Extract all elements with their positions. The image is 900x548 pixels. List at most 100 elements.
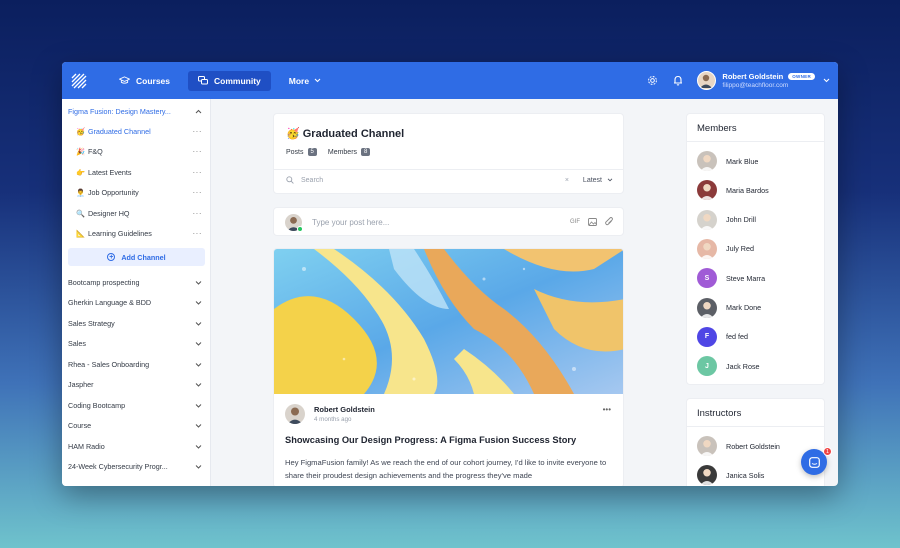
member-avatar[interactable]: F bbox=[697, 326, 717, 347]
person-avatar-icon bbox=[700, 242, 714, 259]
member-avatar[interactable] bbox=[697, 436, 717, 456]
search-input[interactable]: Search bbox=[301, 177, 323, 184]
sort-dropdown[interactable]: Latest bbox=[583, 177, 613, 184]
sidebar-group[interactable]: Bootcamp prospecting bbox=[62, 272, 210, 293]
divider bbox=[687, 141, 824, 142]
bell-icon bbox=[674, 75, 683, 86]
sidebar-course-header[interactable]: Figma Fusion: Design Mastery... bbox=[62, 101, 210, 121]
add-channel-button[interactable]: + Add Channel bbox=[68, 248, 205, 266]
chevron-down-icon[interactable] bbox=[823, 78, 830, 83]
gear-icon bbox=[647, 76, 657, 85]
group-label: Gherkin Language & BDD bbox=[68, 298, 152, 308]
post-author-avatar[interactable] bbox=[285, 404, 305, 424]
sidebar-channel[interactable]: 🥳 Graduated Channel ··· bbox=[62, 121, 210, 142]
more-options-icon[interactable]: ··· bbox=[193, 147, 203, 156]
logo-icon[interactable] bbox=[71, 73, 87, 89]
channel-emoji: 🥳 bbox=[76, 126, 85, 136]
divider bbox=[274, 169, 623, 170]
user-avatar[interactable] bbox=[697, 71, 717, 90]
user-info[interactable]: Robert Goldstein OWNER filippo@teachfloo… bbox=[722, 72, 815, 89]
member-avatar[interactable] bbox=[697, 238, 717, 259]
member-item[interactable]: July Red bbox=[697, 238, 754, 259]
member-name: Mark Done bbox=[726, 303, 762, 312]
chat-bubbles-icon bbox=[198, 76, 209, 85]
channel-header: 🥳 Graduated Channel Posts 5 Members 8 Se… bbox=[273, 113, 624, 194]
member-item[interactable]: Mark Done bbox=[697, 297, 762, 318]
search-icon bbox=[286, 176, 294, 184]
sidebar-channel[interactable]: 👨‍💼 Job Opportunity ··· bbox=[62, 183, 210, 204]
sidebar-group[interactable]: Sales bbox=[62, 334, 210, 355]
instructors-panel: Instructors Robert Goldstein Janica Solis bbox=[686, 398, 825, 486]
member-avatar[interactable] bbox=[697, 151, 717, 171]
user-name: Robert Goldstein bbox=[722, 72, 784, 81]
group-label: Course bbox=[68, 421, 92, 431]
nav-courses[interactable]: Courses bbox=[109, 71, 180, 91]
top-right-controls: Robert Goldstein OWNER filippo@teachfloo… bbox=[645, 62, 830, 99]
member-item[interactable]: John Drill bbox=[697, 209, 756, 230]
nav-more[interactable]: More bbox=[279, 71, 331, 91]
settings-button[interactable] bbox=[645, 74, 659, 88]
sidebar-group[interactable]: Gherkin Language & BDD bbox=[62, 293, 210, 314]
clear-icon[interactable]: × bbox=[565, 177, 569, 184]
attachment-icon[interactable] bbox=[605, 217, 613, 226]
composer-input[interactable]: Type your post here... bbox=[312, 218, 389, 227]
sidebar-channel[interactable]: 👉 Latest Events ··· bbox=[62, 162, 210, 183]
more-options-icon[interactable]: ··· bbox=[193, 127, 203, 136]
more-options-icon[interactable]: ··· bbox=[193, 188, 203, 197]
more-options-icon[interactable]: ··· bbox=[193, 209, 203, 218]
member-item[interactable]: Mark Blue bbox=[697, 151, 758, 171]
post-author[interactable]: Robert Goldstein bbox=[314, 405, 375, 414]
graduation-cap-icon bbox=[119, 76, 130, 84]
image-icon[interactable] bbox=[588, 217, 597, 226]
member-item[interactable]: Janica Solis bbox=[697, 465, 764, 485]
channel-title: 👉 Latest Events bbox=[76, 168, 132, 177]
member-avatar[interactable] bbox=[697, 297, 717, 318]
add-channel-label: Add Channel bbox=[121, 252, 166, 262]
more-options-icon[interactable]: ··· bbox=[193, 168, 203, 177]
members-tab[interactable]: Members bbox=[328, 149, 357, 156]
notifications-button[interactable] bbox=[671, 74, 685, 88]
channel-label: Latest Events bbox=[87, 167, 132, 177]
member-item[interactable]: Robert Goldstein bbox=[697, 436, 780, 456]
chevron-down-icon bbox=[195, 362, 202, 367]
posts-tab[interactable]: Posts bbox=[286, 149, 304, 156]
member-item[interactable]: Ffed fed bbox=[697, 326, 748, 347]
sidebar-channel[interactable]: 📐 Learning Guidelines ··· bbox=[62, 224, 210, 245]
gif-icon[interactable]: GIF bbox=[570, 219, 580, 225]
post-menu-icon[interactable]: ••• bbox=[603, 405, 611, 414]
member-name: Maria Bardos bbox=[726, 185, 769, 195]
chevron-down-icon bbox=[195, 403, 202, 408]
sidebar-group[interactable]: Coding Bootcamp bbox=[62, 395, 210, 416]
member-item[interactable]: Maria Bardos bbox=[697, 180, 769, 201]
member-item[interactable]: S Steve Marra bbox=[697, 268, 765, 289]
sidebar-channel[interactable]: 🎉 F&Q ··· bbox=[62, 142, 210, 163]
channel-title: 🥳 Graduated Channel bbox=[286, 128, 405, 140]
nav-community[interactable]: Community bbox=[188, 70, 271, 91]
sidebar-group[interactable]: Course bbox=[62, 416, 210, 437]
sidebar-group[interactable]: HAM Radio bbox=[62, 436, 210, 457]
chevron-down-icon bbox=[195, 342, 202, 346]
more-options-icon[interactable]: ··· bbox=[193, 229, 203, 238]
sidebar-channel[interactable]: 🔍 Designer HQ ··· bbox=[62, 203, 210, 224]
member-avatar[interactable] bbox=[697, 209, 717, 230]
nav-community-label: Community bbox=[214, 75, 261, 86]
post-card[interactable]: Robert Goldstein 4 months ago ••• Showca… bbox=[273, 248, 624, 486]
member-avatar[interactable]: J bbox=[697, 356, 717, 377]
member-item[interactable]: J Jack Rose bbox=[697, 356, 760, 377]
post-composer[interactable]: Type your post here... GIF bbox=[273, 207, 624, 236]
members-title: Members bbox=[697, 123, 737, 134]
sidebar-group[interactable]: Sales Strategy bbox=[62, 313, 210, 334]
channel-emoji: 👉 bbox=[76, 167, 85, 177]
sidebar-group[interactable]: Jaspher bbox=[62, 375, 210, 396]
post-title[interactable]: Showcasing Our Design Progress: A Figma … bbox=[285, 435, 576, 445]
member-avatar[interactable]: S bbox=[697, 268, 717, 289]
search-row: Search × Latest bbox=[286, 176, 613, 184]
channel-list: 🥳 Graduated Channel ··· 🎉 F&Q ··· 👉 Latest Even… bbox=[62, 121, 210, 244]
member-avatar[interactable] bbox=[697, 465, 717, 485]
member-name: Janica Solis bbox=[726, 470, 765, 480]
member-avatar[interactable] bbox=[697, 180, 717, 201]
member-name: fed fed bbox=[726, 332, 748, 342]
sidebar: Figma Fusion: Design Mastery... 🥳 Graduat… bbox=[62, 99, 211, 486]
sidebar-group[interactable]: 24-Week Cybersecurity Progr... bbox=[62, 457, 210, 478]
sidebar-group[interactable]: Rhea - Sales Onboarding bbox=[62, 354, 210, 375]
